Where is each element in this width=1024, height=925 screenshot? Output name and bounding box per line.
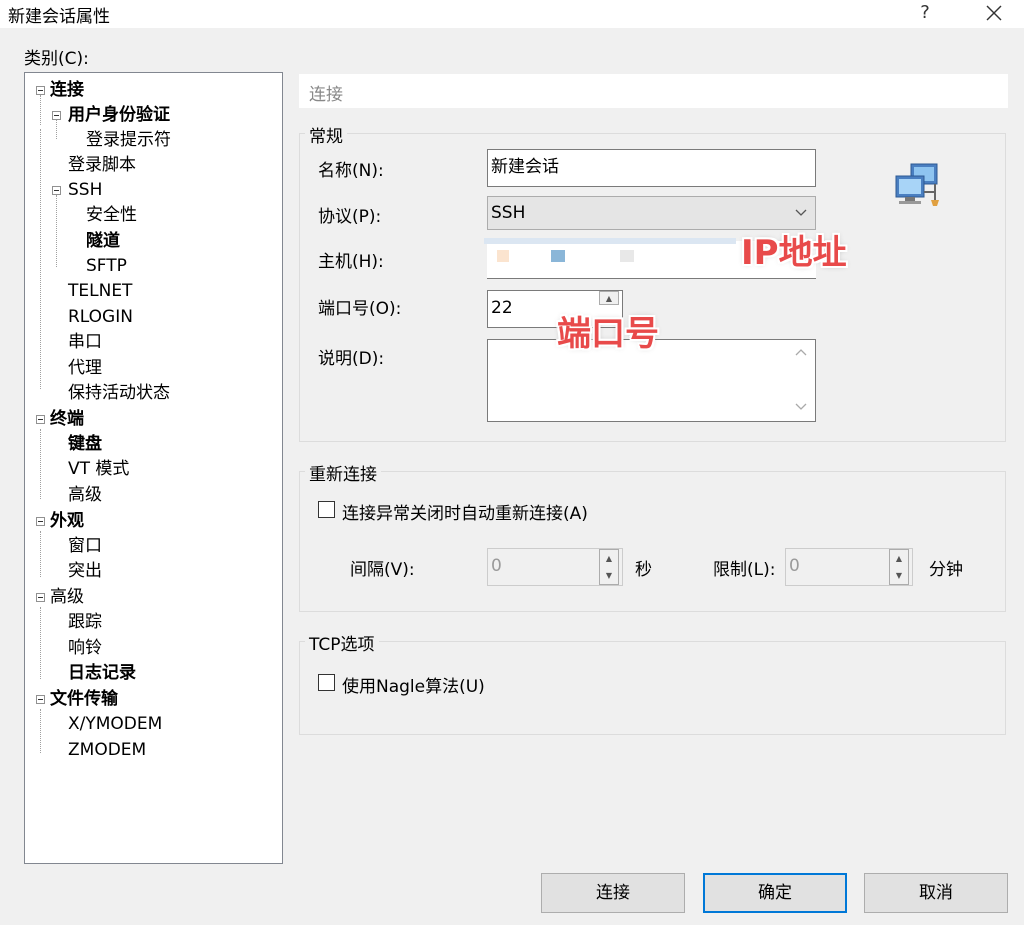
tree-line <box>40 129 41 389</box>
reconnect-group-title: 重新连接 <box>305 460 381 485</box>
arrow-down-icon[interactable]: ▼ <box>890 567 908 584</box>
redaction-strip <box>484 238 736 244</box>
nagle-checkbox[interactable] <box>318 674 335 691</box>
network-computers-icon <box>895 163 939 206</box>
interval-unit: 秒 <box>635 560 652 580</box>
tree-line <box>40 607 41 679</box>
tree-item-file-transfer[interactable]: 文件传输 <box>50 688 118 710</box>
host-label: 主机(H): <box>318 252 384 272</box>
tree-item-ssh[interactable]: SSH <box>68 179 102 201</box>
tree-item-logging[interactable]: 日志记录 <box>68 662 136 684</box>
window-title: 新建会话属性 <box>8 7 110 27</box>
scroll-up-icon[interactable] <box>795 348 807 356</box>
port-label: 端口号(O): <box>318 299 402 319</box>
tree-item-keepalive[interactable]: 保持活动状态 <box>68 382 170 404</box>
tcp-group-title: TCP选项 <box>305 630 379 655</box>
tree-item-security[interactable]: 安全性 <box>86 204 137 226</box>
arrow-up-icon: ▲ <box>605 293 613 303</box>
tree-item-bell[interactable]: 响铃 <box>68 637 102 659</box>
tree-item-user-auth[interactable]: 用户身份验证 <box>68 104 170 126</box>
collapse-icon[interactable] <box>36 517 45 526</box>
name-label: 名称(N): <box>318 161 384 181</box>
redaction-block <box>551 250 565 262</box>
tree-item-advanced[interactable]: 高级 <box>50 586 84 608</box>
tree-line <box>56 119 57 139</box>
tree-item-proxy[interactable]: 代理 <box>68 357 102 379</box>
tree-item-telnet[interactable]: TELNET <box>68 280 132 302</box>
port-annotation: 端口号 <box>557 314 659 354</box>
category-tree[interactable]: 连接 用户身份验证 登录提示符 登录脚本 SSH 安全性 隧道 SFTP TEL… <box>24 72 283 864</box>
redaction-block <box>620 250 634 262</box>
collapse-icon[interactable] <box>36 593 45 602</box>
tree-item-sftp[interactable]: SFTP <box>86 255 127 277</box>
close-button[interactable] <box>975 0 1013 26</box>
tree-line <box>40 95 41 125</box>
tree-item-serial[interactable]: 串口 <box>68 331 102 353</box>
tree-item-zmodem[interactable]: ZMODEM <box>68 739 146 761</box>
auto-reconnect-checkbox[interactable] <box>318 501 335 518</box>
collapse-icon[interactable] <box>36 415 45 424</box>
tree-item-terminal-advanced[interactable]: 高级 <box>68 484 102 506</box>
tree-item-connection[interactable]: 连接 <box>50 79 84 101</box>
tree-item-terminal[interactable]: 终端 <box>50 408 84 430</box>
section-header: 连接 <box>299 74 1008 108</box>
tree-line <box>40 429 41 499</box>
chevron-down-icon <box>795 209 807 216</box>
tree-item-highlight[interactable]: 突出 <box>68 560 102 582</box>
tree-line <box>56 195 57 267</box>
collapse-icon[interactable] <box>36 86 45 95</box>
tree-item-vt-mode[interactable]: VT 模式 <box>68 458 129 480</box>
tree-item-window[interactable]: 窗口 <box>68 535 102 557</box>
tree-item-login-script[interactable]: 登录脚本 <box>68 154 136 176</box>
tree-item-keyboard[interactable]: 键盘 <box>68 433 102 455</box>
name-input[interactable]: 新建会话 <box>487 149 816 187</box>
tree-item-appearance[interactable]: 外观 <box>50 510 84 532</box>
tree-line <box>40 531 41 577</box>
nagle-label: 使用Nagle算法(U) <box>342 677 485 697</box>
port-spin-up[interactable]: ▲ <box>599 291 619 305</box>
collapse-icon[interactable] <box>52 111 61 120</box>
reconnect-group <box>299 471 1006 612</box>
protocol-label: 协议(P): <box>318 207 382 227</box>
limit-unit: 分钟 <box>929 560 963 580</box>
interval-spinner[interactable]: ▲ ▼ <box>599 549 619 585</box>
tree-item-login-prompts[interactable]: 登录提示符 <box>86 129 171 151</box>
help-button[interactable]: ? <box>910 0 940 26</box>
section-title: 连接 <box>309 85 343 105</box>
scroll-down-icon[interactable] <box>795 403 807 411</box>
auto-reconnect-label: 连接异常关闭时自动重新连接(A) <box>342 504 588 524</box>
collapse-icon[interactable] <box>36 695 45 704</box>
general-group-title: 常规 <box>305 122 347 147</box>
arrow-down-icon[interactable]: ▼ <box>600 567 618 584</box>
limit-label: 限制(L): <box>713 560 776 580</box>
ip-annotation: IP地址 <box>741 233 847 273</box>
ok-button[interactable]: 确定 <box>703 873 847 913</box>
limit-spinner[interactable]: ▲ ▼ <box>889 549 909 585</box>
tree-item-tunneling[interactable]: 隧道 <box>86 230 120 252</box>
tree-item-trace[interactable]: 跟踪 <box>68 611 102 633</box>
protocol-value: SSH <box>491 203 526 223</box>
close-icon <box>986 5 1002 21</box>
cancel-button[interactable]: 取消 <box>864 873 1008 913</box>
connect-button[interactable]: 连接 <box>541 873 685 913</box>
tree-item-xymodem[interactable]: X/YMODEM <box>68 713 162 735</box>
tree-line <box>40 709 41 753</box>
category-label: 类别(C): <box>24 49 89 69</box>
collapse-icon[interactable] <box>52 186 61 195</box>
title-bar <box>0 0 1024 28</box>
description-label: 说明(D): <box>318 349 385 369</box>
interval-label: 间隔(V): <box>350 560 415 580</box>
arrow-up-icon[interactable]: ▲ <box>890 550 908 567</box>
arrow-up-icon[interactable]: ▲ <box>600 550 618 567</box>
tree-item-rlogin[interactable]: RLOGIN <box>68 306 133 328</box>
redaction-block <box>497 250 509 262</box>
